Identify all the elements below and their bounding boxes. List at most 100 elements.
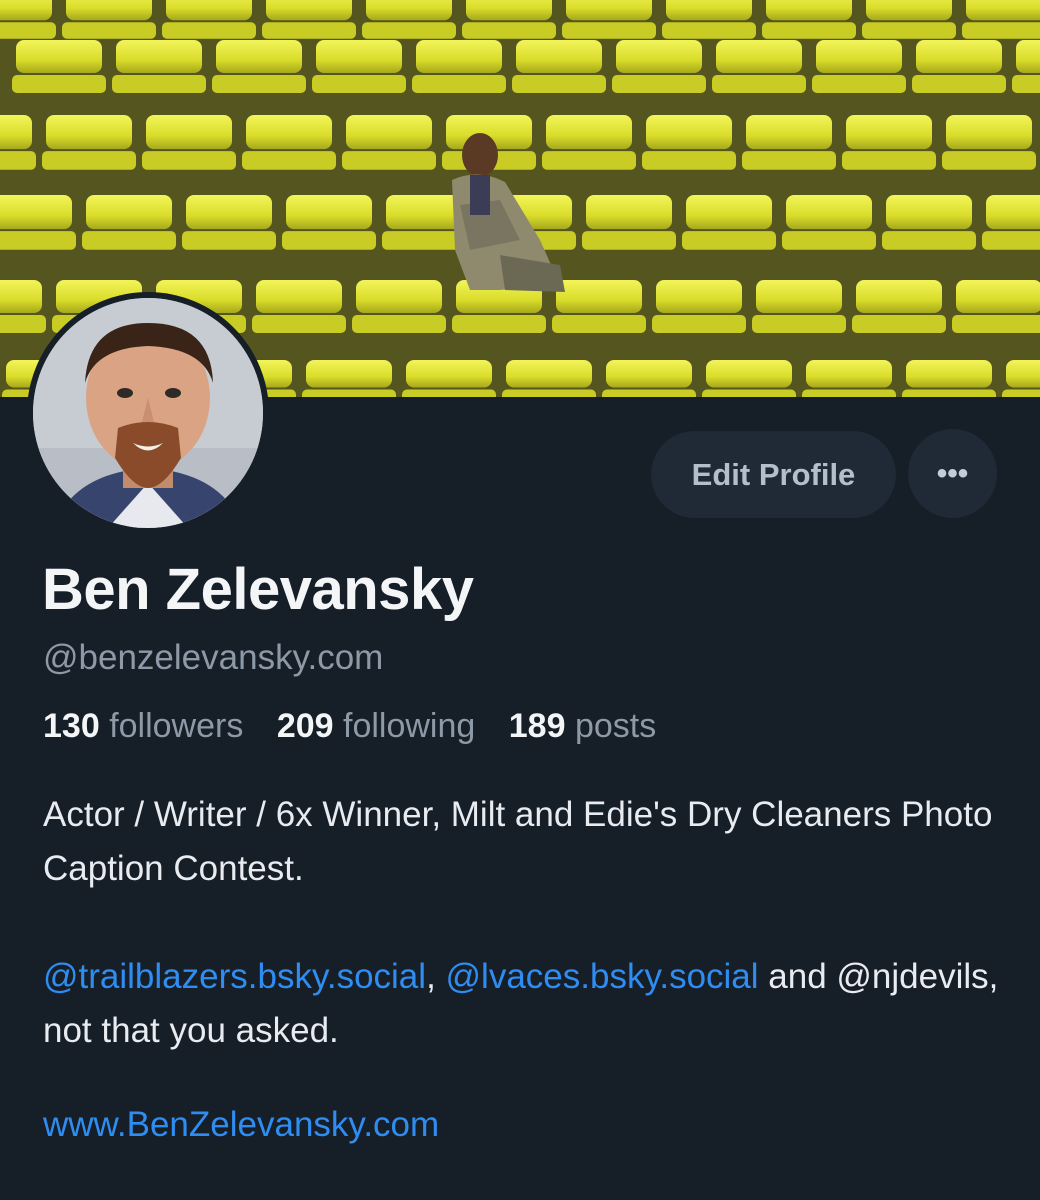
seat-bottom [782,231,876,250]
seat-bottom [412,75,506,93]
website-link[interactable]: www.BenZelevansky.com [43,1105,439,1145]
seat-back [986,195,1040,230]
seat-bottom [712,75,806,93]
followers-link[interactable]: 130 followers [43,707,243,745]
seat-bottom [862,22,956,39]
seat-bottom [452,315,546,333]
seat-back [0,195,72,230]
bio-line-1: Actor / Writer / 6x Winner, Milt and Edi… [43,795,993,888]
seat-bottom [602,389,696,397]
seat-bottom [912,75,1006,93]
following-link[interactable]: 209 following [277,707,476,745]
seat-bottom [252,315,346,333]
profile-handle: @benzelevansky.com [43,638,384,677]
seat-bottom [902,389,996,397]
seat-back [66,0,152,21]
seat-bottom [462,22,556,39]
seat-back [316,40,402,73]
seat-back [0,0,52,21]
seat-bottom [342,151,436,170]
seat-back [786,195,872,230]
seat-back [346,115,432,150]
seat-back [956,280,1040,313]
mention-lvaces[interactable]: @lvaces.bsky.social [446,957,759,996]
seat-bottom [582,231,676,250]
seat-back [806,360,892,388]
seat-bottom [742,151,836,170]
seat-bottom [962,22,1040,39]
seat-back [966,0,1040,21]
seat-back [466,0,552,21]
seat-bottom [812,75,906,93]
seat-bottom [82,231,176,250]
avatar[interactable] [27,292,269,534]
following-label: following [343,707,476,745]
seat-bottom [262,22,356,39]
display-name: Ben Zelevansky [42,557,474,622]
seat-bottom [982,231,1040,250]
seat-bottom [282,231,376,250]
seat-back [606,360,692,388]
followers-count: 130 [43,707,100,745]
seat-back [0,115,32,150]
edit-profile-button[interactable]: Edit Profile [651,431,896,518]
avatar-photo [33,298,263,528]
mention-trailblazers[interactable]: @trailblazers.bsky.social [43,957,426,996]
seat-bottom [952,315,1040,333]
seat-bottom [512,75,606,93]
posts-label: posts [574,707,657,745]
seat-bottom [212,75,306,93]
more-horizontal-icon: ••• [936,456,969,490]
seat-back [186,195,272,230]
following-count: 209 [276,707,334,745]
seat-back [846,115,932,150]
seat-bottom [802,389,896,397]
seat-bottom [0,151,36,170]
seat-back [46,115,132,150]
seat-bottom [502,389,596,397]
seat-back [666,0,752,21]
seat-back [166,0,252,21]
seat-back [686,195,772,230]
seat-bottom [1002,389,1040,397]
seat-back [916,40,1002,73]
seat-back [706,360,792,388]
seat-back [86,195,172,230]
seat-bottom [402,389,496,397]
seat-back [1006,360,1040,388]
seat-back [866,0,952,21]
seat-bottom [62,22,156,39]
more-options-button[interactable]: ••• [908,429,997,518]
profile-bio: Actor / Writer / 6x Winner, Milt and Edi… [43,788,1003,1058]
seat-back [246,115,332,150]
seat-back [946,115,1032,150]
seat-back [416,40,502,73]
seat-bottom [612,75,706,93]
seat-back [286,195,372,230]
seat-back [216,40,302,73]
seat-back [646,115,732,150]
seat-bottom [762,22,856,39]
seat-bottom [302,389,396,397]
seat-back [886,195,972,230]
seat-back [616,40,702,73]
seat-bottom [0,22,56,39]
seat-bottom [42,151,136,170]
seat-bottom [1012,75,1040,93]
seat-bottom [552,315,646,333]
seat-back [856,280,942,313]
seat-bottom [642,151,736,170]
seat-bottom [882,231,976,250]
seat-back [766,0,852,21]
seat-bottom [142,151,236,170]
bio-line-2: @trailblazers.bsky.social, @lvaces.bsky.… [43,957,999,1050]
seat-back [146,115,232,150]
seat-back [16,40,102,73]
seat-back [366,0,452,21]
seat-back [816,40,902,73]
seat-bottom [852,315,946,333]
posts-stat: 189 posts [509,707,656,745]
seat-bottom [242,151,336,170]
seat-back [746,115,832,150]
seat-bottom [162,22,256,39]
